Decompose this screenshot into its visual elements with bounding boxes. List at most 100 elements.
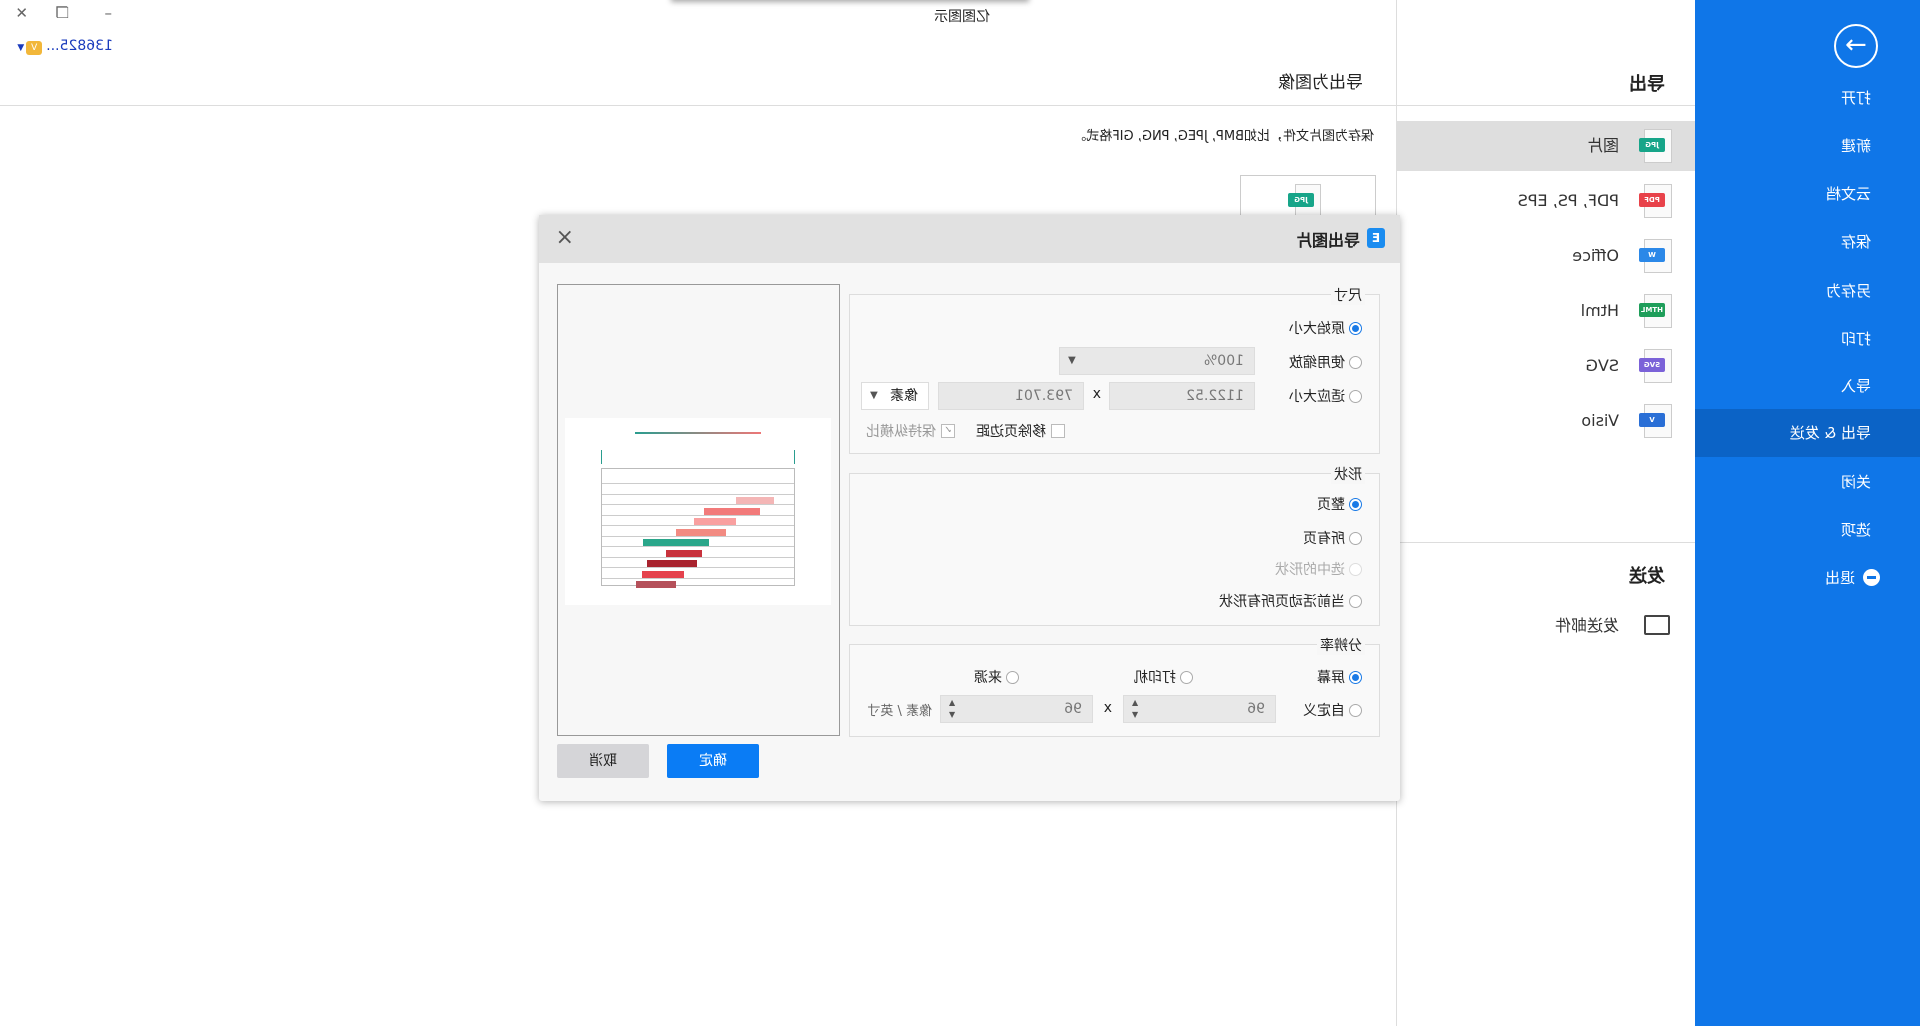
- shape-legend: 形状: [1331, 464, 1365, 484]
- source-option[interactable]: 来源: [974, 666, 1019, 688]
- resolution-legend: 分辨率: [1317, 635, 1365, 655]
- height-input[interactable]: 793.701: [938, 382, 1084, 410]
- app-logo-icon: E: [1367, 228, 1385, 248]
- thumb-row-line: [602, 546, 794, 547]
- radio-icon: [1349, 703, 1362, 717]
- remove-margin-checkbox[interactable]: 移除页边距: [976, 420, 1065, 442]
- chevron-down-icon: ▼: [17, 43, 25, 53]
- custom-option[interactable]: 自定义: [1303, 699, 1362, 721]
- spinner-arrows-icon: ▲ ▼: [949, 698, 956, 719]
- times-label: x: [1092, 386, 1101, 402]
- format-label: SVG: [1585, 356, 1620, 375]
- divider: [1396, 105, 1695, 106]
- width-input[interactable]: 1122.52: [1109, 382, 1255, 410]
- dpi-y-spinner[interactable]: 96 ▲ ▼: [940, 695, 1093, 723]
- sidebar-item-save-as[interactable]: 另存为: [1695, 267, 1920, 315]
- sidebar-item-import[interactable]: 导入: [1695, 362, 1920, 410]
- sidebar-item-open[interactable]: 打开: [1695, 74, 1920, 122]
- thumb-row-line: [602, 567, 794, 568]
- whole-page-option[interactable]: 整页: [1317, 493, 1362, 515]
- radio-icon: [1349, 497, 1362, 511]
- thumb-row-line: [602, 577, 794, 579]
- export-title: 导出: [1629, 74, 1665, 95]
- thumb-row-line: [602, 493, 794, 495]
- radio-icon: [1349, 670, 1362, 684]
- format-item[interactable]: PDF PDF, PS, EPS: [1396, 176, 1695, 226]
- thumb-bar: [666, 549, 702, 557]
- minus-circle-icon: [1863, 569, 1880, 586]
- sidebar-item-exit[interactable]: 退出: [1695, 554, 1920, 602]
- file-icon: W: [1639, 239, 1672, 273]
- unit-select[interactable]: 像素 ▼: [861, 382, 929, 410]
- format-item[interactable]: JPG 图片: [1396, 121, 1695, 171]
- thumb-row-line: [602, 525, 794, 526]
- sidebar: → 打开 新建 云文档 保存 另存为 打印 导入 导出 & 发送 关闭 选项 退…: [1695, 0, 1920, 1026]
- mail-icon: [1644, 615, 1670, 635]
- dpi-unit-label: 像素 / 英寸: [867, 704, 932, 719]
- thumb-row-line: [602, 556, 794, 558]
- resolution-group: 分辨率: [849, 635, 1380, 737]
- thumb-row-line: [602, 535, 794, 537]
- fit-size-option[interactable]: 适应大小: [1289, 385, 1362, 407]
- format-item[interactable]: W Office: [1396, 231, 1695, 281]
- sidebar-item-cloud[interactable]: 云文档: [1695, 170, 1920, 218]
- screen-option[interactable]: 屏幕: [1317, 666, 1362, 688]
- close-icon[interactable]: ×: [556, 225, 574, 250]
- printer-option[interactable]: 打印机: [1134, 666, 1193, 688]
- sidebar-item-export-send[interactable]: 导出 & 发送: [1695, 409, 1920, 457]
- radio-icon: [1349, 562, 1362, 576]
- exit-label: 退出: [1824, 569, 1855, 587]
- format-label: 图片: [1586, 136, 1619, 155]
- send-email-item[interactable]: 发送邮件: [1396, 601, 1695, 651]
- thumb-bar: [736, 497, 774, 504]
- send-email-label: 发送邮件: [1554, 616, 1619, 635]
- spinner-arrows-icon: ▲ ▼: [1132, 698, 1139, 719]
- thumb-row-line: [602, 514, 794, 516]
- all-pages-option[interactable]: 所有页: [1303, 527, 1362, 549]
- divider: [1396, 542, 1695, 543]
- dpi-x-spinner[interactable]: 96 ▲ ▼: [1123, 695, 1276, 723]
- thumb-bar: [643, 539, 709, 546]
- thumb-bar: [704, 507, 760, 515]
- dialog-title: 导出图片: [1295, 231, 1360, 250]
- radio-icon: [1349, 389, 1362, 403]
- format-item[interactable]: HTML Html: [1396, 286, 1695, 336]
- active-page-shapes-option[interactable]: 当前活动页所有形状: [1219, 590, 1362, 612]
- caret-down-icon: ▼: [1068, 355, 1076, 366]
- format-label: PDF, PS, EPS: [1517, 191, 1619, 210]
- sidebar-item-close[interactable]: 关闭: [1695, 458, 1920, 506]
- export-preview: [557, 284, 840, 736]
- use-zoom-option[interactable]: 使用缩放: [1289, 351, 1362, 373]
- format-label: Visio: [1581, 411, 1619, 430]
- radio-icon: [1180, 670, 1193, 684]
- radio-icon: [1349, 321, 1362, 335]
- keep-ratio-checkbox[interactable]: ✓ 保持纵横比: [866, 420, 955, 442]
- size-legend: 尺寸: [1331, 285, 1365, 305]
- jpg-file-icon: JPG: [1288, 184, 1321, 218]
- times-label: x: [1103, 700, 1112, 716]
- original-size-option[interactable]: 原始大小: [1289, 317, 1362, 339]
- radio-icon: [1349, 594, 1362, 608]
- restore-button[interactable]: ❐: [56, 4, 69, 22]
- arrow-right-circle-icon[interactable]: →: [1834, 24, 1878, 68]
- format-label: Html: [1580, 301, 1619, 320]
- sidebar-item-save[interactable]: 保存: [1695, 218, 1920, 266]
- minimize-button[interactable]: –: [105, 4, 113, 22]
- thumb-bar: [676, 528, 726, 536]
- format-item[interactable]: SVG SVG: [1396, 341, 1695, 391]
- file-icon: HTML: [1639, 294, 1672, 328]
- user-account[interactable]: 136825...V▼: [17, 38, 113, 55]
- thumb-bar: [636, 581, 676, 588]
- format-label: Office: [1572, 246, 1619, 265]
- radio-icon: [1349, 355, 1362, 369]
- close-window-button[interactable]: ✕: [15, 4, 28, 22]
- page-title: 导出为图像: [1278, 73, 1363, 93]
- zoom-select[interactable]: 100% ▼: [1059, 347, 1255, 375]
- sidebar-item-new[interactable]: 新建: [1695, 122, 1920, 170]
- sidebar-item-options[interactable]: 选项: [1695, 506, 1920, 554]
- sidebar-item-print[interactable]: 打印: [1695, 315, 1920, 363]
- caret-down-icon: ▼: [870, 390, 878, 401]
- cancel-button[interactable]: 取消: [557, 744, 649, 778]
- ok-button[interactable]: 确定: [667, 744, 759, 778]
- format-item[interactable]: V Visio: [1396, 396, 1695, 446]
